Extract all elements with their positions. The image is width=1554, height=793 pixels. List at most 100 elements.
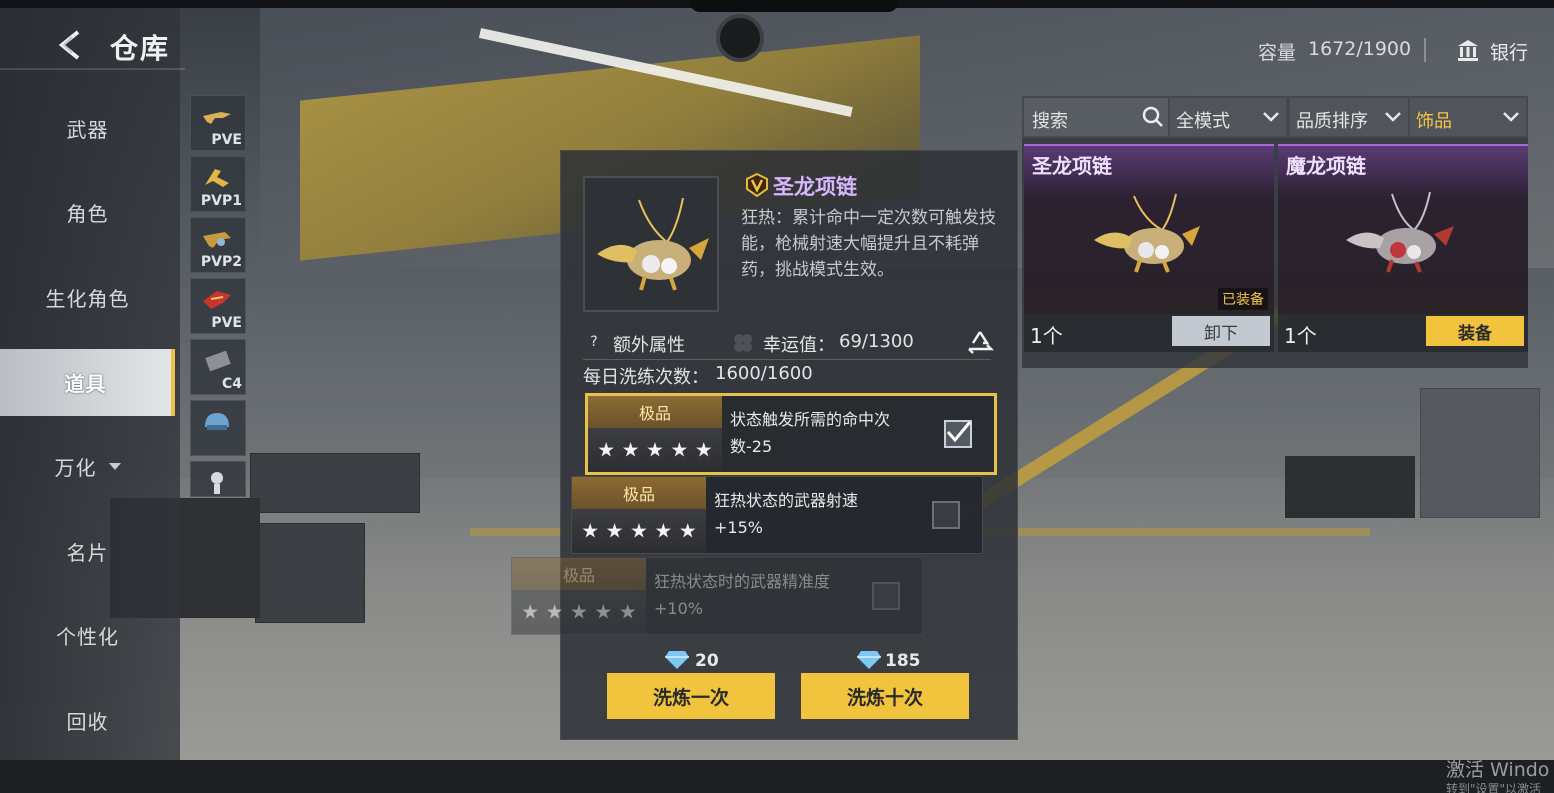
- star-icon: [647, 442, 663, 457]
- mode-dropdown-value: 全模式: [1176, 111, 1230, 132]
- sub-tab-tag: C4: [221, 376, 242, 392]
- item-description: 狂热：累计命中一定次数可触发技能，枪械射速大幅提升且不耗弹药，挑战模式生效。: [741, 208, 996, 280]
- menu-item-label: 个性化: [56, 624, 119, 649]
- menu-item-label: 武器: [66, 117, 109, 142]
- attribute-text: 狂热状态时的武器精准度+10%: [654, 572, 831, 618]
- weapon-pvp1-icon: [205, 169, 229, 187]
- item-thumbnail: [583, 176, 719, 312]
- mode-dropdown[interactable]: 全模式: [1170, 98, 1286, 136]
- bank-button[interactable]: 银行: [1490, 38, 1528, 65]
- windows-activation-subtext: 转到"设置"以激活: [1446, 782, 1542, 793]
- attribute-lock-checkbox[interactable]: [944, 420, 972, 448]
- red-dragon-necklace-icon: [1346, 191, 1454, 273]
- menu-item-label: 角色: [66, 201, 109, 226]
- item-name: 魔龙项链: [1286, 154, 1366, 178]
- star-icon: [546, 604, 563, 619]
- diamond-icon: [665, 651, 689, 669]
- page-title: 仓库: [110, 32, 171, 65]
- camera-icon: [716, 14, 764, 62]
- sub-tab-helmet[interactable]: [190, 400, 246, 456]
- helmet-icon: [205, 413, 229, 430]
- attribute-lock-checkbox[interactable]: [872, 582, 900, 610]
- menu-item-bio-characters[interactable]: 生化角色: [0, 265, 175, 329]
- attribute-row[interactable]: 极品 狂热状态时的武器精准度+10%: [511, 557, 923, 635]
- help-icon[interactable]: ?: [583, 331, 605, 353]
- weapon-pvp2-icon: [203, 232, 231, 248]
- star-icon: [571, 604, 587, 619]
- menu-item-weapons[interactable]: 武器: [0, 96, 175, 160]
- menu-item-characters[interactable]: 角色: [0, 180, 175, 244]
- menu-item-items[interactable]: 道具: [0, 349, 175, 416]
- shelf: [1420, 388, 1540, 518]
- extra-attributes-row: ? 额外属性 幸运值： 69/1300: [583, 329, 1001, 357]
- header-divider: [1424, 38, 1426, 62]
- sub-tab-pvp2[interactable]: PVP2: [190, 217, 246, 273]
- sub-tab-pve-red[interactable]: PVE: [190, 278, 246, 334]
- v-rank-icon: [746, 173, 768, 197]
- item-quantity: 1个: [1030, 324, 1063, 348]
- sort-dropdown-value: 品质排序: [1296, 111, 1368, 132]
- attribute-text: 狂热状态的武器射速+15%: [714, 491, 859, 537]
- menu-item-label: 万化: [54, 455, 97, 480]
- sub-tab-c4[interactable]: C4: [190, 339, 246, 395]
- equip-button[interactable]: 装备: [1426, 316, 1524, 346]
- crate: [250, 453, 420, 513]
- luck-value: 69/1300: [839, 331, 914, 352]
- star-icon: [582, 523, 598, 538]
- sub-tab-pvp1[interactable]: PVP1: [190, 156, 246, 212]
- equipped-badge: 已装备: [1218, 288, 1268, 310]
- sub-tab-tag: PVP1: [200, 193, 242, 209]
- chevron-down-icon: [1263, 112, 1279, 122]
- menu-item-personalize[interactable]: 个性化: [0, 603, 175, 667]
- weapon-pve-icon: [203, 112, 231, 124]
- sort-dropdown[interactable]: 品质排序: [1290, 98, 1408, 136]
- sub-tab-tag: PVE: [211, 132, 242, 148]
- star-icon: [522, 604, 538, 619]
- sub-tab-skeleton[interactable]: [190, 461, 246, 497]
- gold-dragon-necklace-icon: [1094, 193, 1200, 273]
- skeleton-icon: [211, 472, 223, 494]
- refine-once-cost: 20: [695, 651, 719, 671]
- detail-item-name: 圣龙项链: [773, 175, 857, 199]
- clover-icon: [734, 334, 752, 352]
- inventory-card-demon-dragon[interactable]: 魔龙项链: [1278, 144, 1528, 314]
- sub-tab-pve[interactable]: PVE: [190, 95, 246, 151]
- attribute-tier: 极品: [588, 396, 722, 428]
- sub-category-column: PVE PVP1 PVP2 PVE C4: [190, 95, 248, 497]
- filter-bar: 搜索 全模式 品质排序 饰品: [1022, 96, 1528, 138]
- back-arrow-icon[interactable]: [54, 28, 88, 62]
- menu-item-wanhua[interactable]: 万化: [0, 434, 175, 498]
- star-icon: [671, 442, 688, 457]
- check-icon: [946, 421, 972, 443]
- sub-tab-tag: PVE: [211, 315, 242, 331]
- inventory-card-footer: 1个 装备: [1278, 314, 1528, 352]
- star-icon: [595, 604, 612, 619]
- menu-item-label: 名片: [66, 540, 109, 565]
- windows-activation-watermark: 激活 Windo: [1446, 759, 1550, 781]
- inventory-card-holy-dragon[interactable]: 圣龙项链 已装备: [1024, 144, 1274, 314]
- recycle-icon[interactable]: [965, 329, 995, 357]
- attribute-row[interactable]: 极品 状态触发所需的命中次数-25: [585, 393, 997, 475]
- menu-item-cards[interactable]: 名片: [0, 519, 175, 583]
- menu-item-recycle[interactable]: 回收: [0, 688, 175, 752]
- chevron-down-icon: [1385, 112, 1401, 122]
- refine-ten-button[interactable]: 洗炼十次: [801, 673, 969, 719]
- bank-icon[interactable]: [1456, 38, 1480, 62]
- bottom-screen-edge: [0, 760, 1554, 793]
- star-rating: [588, 428, 722, 472]
- search-input[interactable]: 搜索: [1024, 98, 1168, 136]
- attribute-tier: 极品: [572, 477, 706, 509]
- star-icon: [696, 442, 712, 457]
- crate: [255, 523, 365, 623]
- category-dropdown[interactable]: 饰品: [1410, 98, 1526, 136]
- attribute-row[interactable]: 极品 狂热状态的武器射速+15%: [571, 476, 983, 554]
- refine-once-button[interactable]: 洗炼一次: [607, 673, 775, 719]
- attribute-lock-checkbox[interactable]: [932, 501, 960, 529]
- screen-notch: [690, 0, 898, 12]
- star-icon: [598, 442, 614, 457]
- search-icon[interactable]: [1142, 106, 1164, 128]
- attribute-tier-badge: 极品: [588, 396, 722, 472]
- unequip-button[interactable]: 卸下: [1172, 316, 1270, 346]
- star-icon: [620, 604, 636, 619]
- attribute-tier: 极品: [512, 558, 646, 590]
